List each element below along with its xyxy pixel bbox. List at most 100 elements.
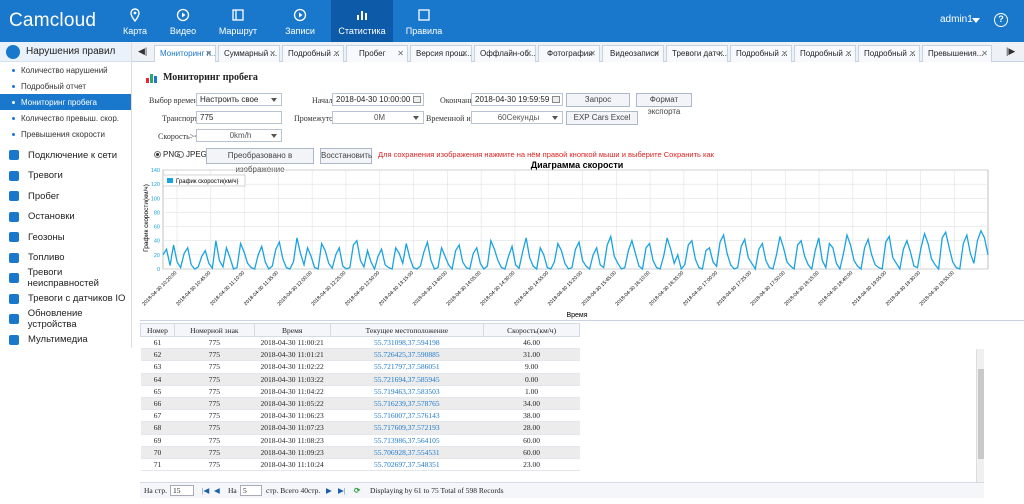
- sidebar-item-mileage[interactable]: Пробег: [0, 186, 131, 207]
- sidebar-group-violations[interactable]: Нарушения правил: [0, 42, 131, 62]
- cell-location[interactable]: 55.716007,37.576143: [330, 409, 484, 423]
- time-select[interactable]: Настроить свое: [196, 93, 282, 106]
- tab-detailed[interactable]: Подробный ... ✕: [282, 45, 344, 62]
- cell-location[interactable]: 55.726425,37.590885: [330, 348, 484, 362]
- speed-select[interactable]: 0km/h: [196, 129, 282, 142]
- tab-mileage-monitoring[interactable]: Мониторинг п... ✕: [154, 45, 216, 62]
- cell-location[interactable]: 55.721797,37.586051: [330, 360, 484, 374]
- nav-statistics[interactable]: Статистика: [331, 0, 393, 42]
- close-icon[interactable]: ✕: [333, 46, 340, 61]
- col-number[interactable]: Номер: [140, 323, 175, 337]
- table-row[interactable]: 69 775 2018-04-30 11:08:23 55.713986,37.564…: [140, 434, 580, 447]
- cell-location[interactable]: 55.721694,37.585945: [330, 373, 484, 386]
- close-icon[interactable]: ✕: [981, 46, 988, 61]
- table-row[interactable]: 71 775 2018-04-30 11:10:24 55.702697,37.548…: [140, 458, 580, 472]
- vehicle-input[interactable]: 775: [196, 111, 282, 124]
- start-datetime-input[interactable]: 2018-04-30 10:00:00: [332, 93, 424, 106]
- nav-records[interactable]: Записи: [269, 0, 331, 42]
- sidebar-item-alarms[interactable]: Тревоги: [0, 166, 131, 187]
- close-icon[interactable]: ✕: [653, 46, 660, 61]
- cell-location[interactable]: 55.706928,37.554531: [330, 446, 484, 459]
- col-plate[interactable]: Номерной знак: [173, 323, 255, 337]
- close-icon[interactable]: ✕: [461, 46, 468, 61]
- sidebar-item-io-alarms[interactable]: Тревоги с датчиков IO: [0, 289, 131, 310]
- tab-detailed-3[interactable]: Подробный ... ✕: [794, 45, 856, 62]
- sidebar-sub-detailed-report[interactable]: Подробный отчет: [0, 78, 131, 94]
- tab-detailed-2[interactable]: Подробный ... ✕: [730, 45, 792, 62]
- nav-video[interactable]: Видео: [159, 0, 207, 42]
- tab-firmware[interactable]: Версия прош... ✕: [410, 45, 472, 62]
- table-row[interactable]: 64 775 2018-04-30 11:03:22 55.721694,37.585…: [140, 373, 580, 386]
- sidebar-sub-overspeed-count[interactable]: Количество превыш. скор.: [0, 110, 131, 126]
- cell-location[interactable]: 55.702697,37.548351: [330, 458, 484, 472]
- help-icon[interactable]: ?: [994, 13, 1008, 27]
- table-row[interactable]: 66 775 2018-04-30 11:05:22 55.716239,37.578…: [140, 397, 580, 411]
- col-speed[interactable]: Скорость(км/ч): [483, 323, 580, 337]
- sidebar-item-stops[interactable]: Остановки: [0, 207, 131, 228]
- tab-sensor-alarms[interactable]: Тревоги датч... ✕: [666, 45, 728, 62]
- sidebar-sub-overspeed[interactable]: Превышения скорости: [0, 126, 131, 142]
- calendar-icon[interactable]: [413, 96, 421, 103]
- nav-map[interactable]: Карта: [111, 0, 159, 42]
- refresh-icon[interactable]: ⟳: [354, 486, 360, 495]
- table-scrollbar[interactable]: [976, 349, 984, 483]
- table-row[interactable]: 63 775 2018-04-30 11:02:22 55.721797,37.586…: [140, 360, 580, 374]
- cell-location[interactable]: 55.719463,37.583503: [330, 385, 484, 398]
- sidebar-sub-mileage-monitoring[interactable]: Мониторинг пробега: [0, 94, 131, 110]
- prev-page-icon[interactable]: ◀: [214, 486, 220, 495]
- tab-next-button[interactable]: |▶: [1006, 46, 1015, 57]
- table-row[interactable]: 67 775 2018-04-30 11:06:23 55.716007,37.576…: [140, 409, 580, 423]
- next-page-icon[interactable]: ▶: [326, 486, 332, 495]
- col-time[interactable]: Время: [253, 323, 331, 337]
- close-icon[interactable]: ✕: [269, 46, 276, 61]
- gap-select[interactable]: 0M: [332, 111, 424, 124]
- sidebar-item-geofences[interactable]: Геозоны: [0, 227, 131, 248]
- close-icon[interactable]: ✕: [589, 46, 596, 61]
- first-page-icon[interactable]: |◀: [202, 486, 209, 495]
- close-icon[interactable]: ✕: [397, 46, 404, 61]
- cell-location[interactable]: 55.713986,37.564105: [330, 434, 484, 447]
- table-row[interactable]: 68 775 2018-04-30 11:07:23 55.717609,37.572…: [140, 421, 580, 435]
- table-row[interactable]: 61 775 2018-04-30 11:00:21 55.731098,37.594…: [140, 336, 580, 350]
- tab-mileage[interactable]: Пробег ✕: [346, 45, 408, 62]
- export-excel-button[interactable]: EXP Cars Excel: [566, 111, 638, 125]
- last-page-icon[interactable]: ▶|: [338, 486, 345, 495]
- nav-route[interactable]: Маршрут: [207, 0, 269, 42]
- close-icon[interactable]: ✕: [205, 46, 212, 61]
- export-format-button[interactable]: Формат экспорта: [636, 93, 692, 116]
- chevron-down-icon[interactable]: [972, 18, 980, 23]
- table-row[interactable]: 65 775 2018-04-30 11:04:22 55.719463,37.583…: [140, 385, 580, 398]
- tab-photos[interactable]: Фотографии ✕: [538, 45, 600, 62]
- close-icon[interactable]: ✕: [845, 46, 852, 61]
- close-icon[interactable]: ✕: [717, 46, 724, 61]
- user-menu[interactable]: admin1: [940, 14, 973, 25]
- sidebar-sub-violation-count[interactable]: Количество нарушений: [0, 62, 131, 78]
- interval-select[interactable]: 60Секунды: [471, 111, 563, 124]
- sidebar-item-network[interactable]: Подключение к сети: [0, 145, 131, 166]
- close-icon[interactable]: ✕: [909, 46, 916, 61]
- sidebar-item-device-update[interactable]: Обновление устройства: [0, 308, 131, 330]
- tab-videos[interactable]: Видеозаписи ✕: [602, 45, 664, 62]
- close-icon[interactable]: ✕: [781, 46, 788, 61]
- table-row[interactable]: 62 775 2018-04-30 11:01:21 55.726425,37.590…: [140, 348, 580, 362]
- sidebar-item-multimedia[interactable]: Мультимедиа: [0, 330, 131, 351]
- end-datetime-input[interactable]: 2018-04-30 19:59:59: [471, 93, 563, 106]
- sidebar-item-fuel[interactable]: Топливо: [0, 248, 131, 269]
- tab-prev-button[interactable]: ◀|: [138, 46, 147, 57]
- tab-summary[interactable]: Суммарный ... ✕: [218, 45, 280, 62]
- tab-detailed-4[interactable]: Подробный ... ✕: [858, 45, 920, 62]
- cell-location[interactable]: 55.716239,37.578765: [330, 397, 484, 411]
- per-page-select[interactable]: 15: [170, 485, 194, 496]
- page-input[interactable]: 5: [240, 485, 262, 496]
- col-location[interactable]: Текущее местоположение: [329, 323, 485, 337]
- close-icon[interactable]: ✕: [525, 46, 532, 61]
- calendar-icon[interactable]: [552, 96, 560, 103]
- table-row[interactable]: 70 775 2018-04-30 11:09:23 55.706928,37.554…: [140, 446, 580, 459]
- tab-overspeed[interactable]: Превышения... ✕: [922, 45, 992, 62]
- cell-location[interactable]: 55.717609,37.572193: [330, 421, 484, 435]
- sidebar-item-fault-alarms[interactable]: Тревоги неисправностей: [0, 267, 131, 289]
- cell-location[interactable]: 55.731098,37.594198: [330, 336, 484, 350]
- tab-offline[interactable]: Оффлайн-об... ✕: [474, 45, 536, 62]
- nav-rules[interactable]: Правила: [393, 0, 455, 42]
- query-button[interactable]: Запрос: [566, 93, 630, 107]
